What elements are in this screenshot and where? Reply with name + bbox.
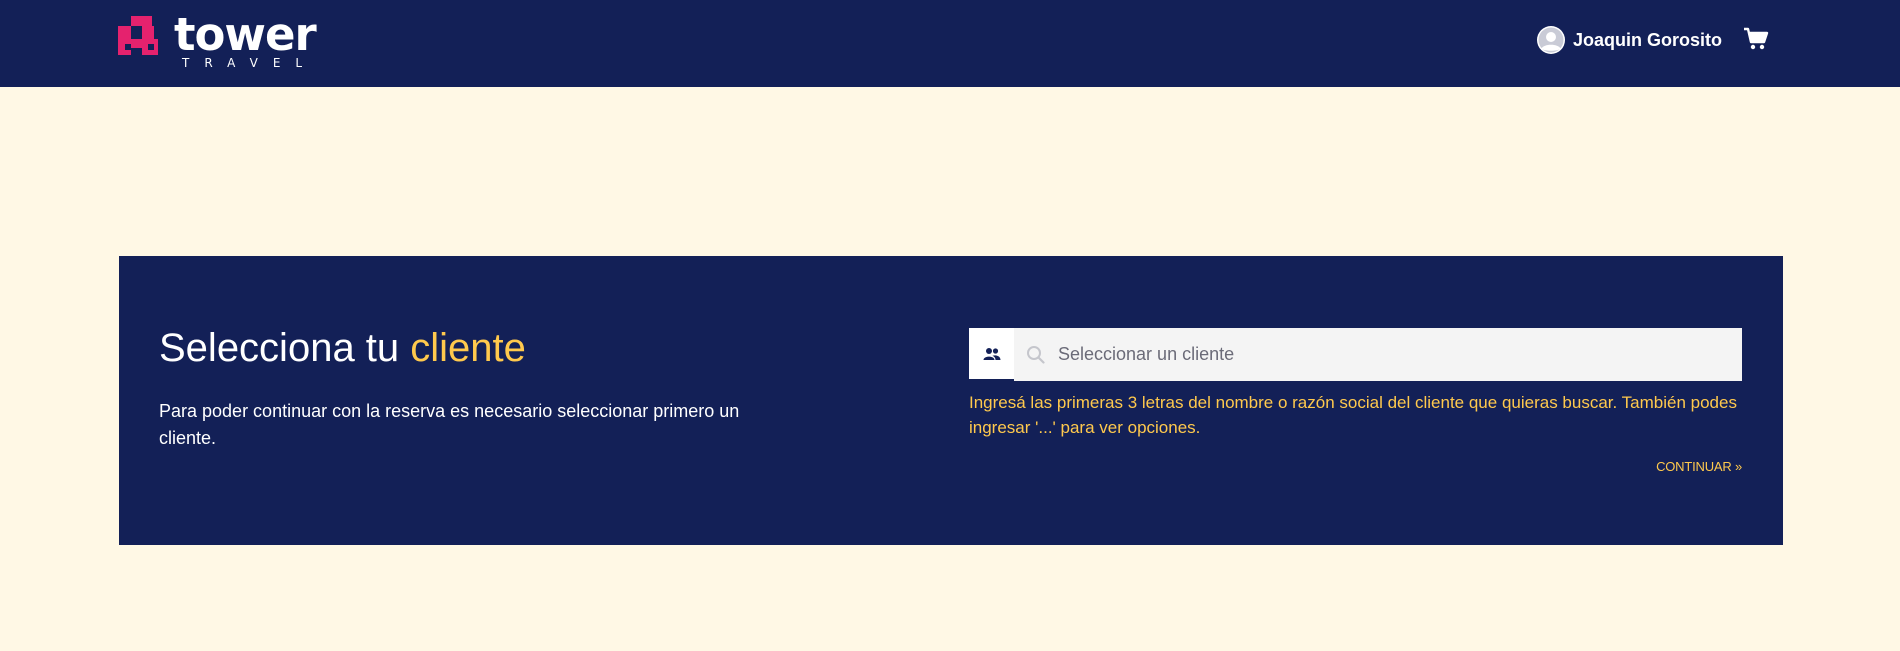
- user-menu[interactable]: Joaquin Gorosito: [1537, 24, 1722, 56]
- client-search-field: [969, 328, 1742, 381]
- client-search-input[interactable]: [1014, 328, 1742, 381]
- tower-travel-logo[interactable]: tower TRAVEL: [118, 8, 317, 72]
- panel-description: Para poder continuar con la reserva es n…: [159, 401, 740, 448]
- search-hint: Ingresá las primeras 3 letras del nombre…: [969, 393, 1737, 437]
- client-selection-panel: Selecciona tu cliente Para poder continu…: [119, 256, 1783, 545]
- top-navbar: tower TRAVEL Joaquin Gorosito: [0, 0, 1900, 87]
- title-accent: cliente: [410, 326, 526, 370]
- tower-logo-mark-icon: [118, 16, 158, 55]
- field-prefix: [969, 328, 1014, 381]
- users-icon: [983, 347, 1000, 360]
- client-search-wrapper: [1014, 328, 1742, 381]
- shopping-cart-icon[interactable]: [1743, 27, 1769, 51]
- logo-subtitle: TRAVEL: [182, 56, 318, 70]
- continue-link[interactable]: CONTINUAR »: [1656, 459, 1742, 474]
- user-name: Joaquin Gorosito: [1573, 29, 1723, 50]
- page-title: Selecciona tu cliente: [159, 326, 526, 371]
- user-circle-icon: [1537, 26, 1565, 54]
- logo-wordmark: tower: [174, 8, 317, 61]
- title-prefix: Selecciona tu: [159, 326, 400, 370]
